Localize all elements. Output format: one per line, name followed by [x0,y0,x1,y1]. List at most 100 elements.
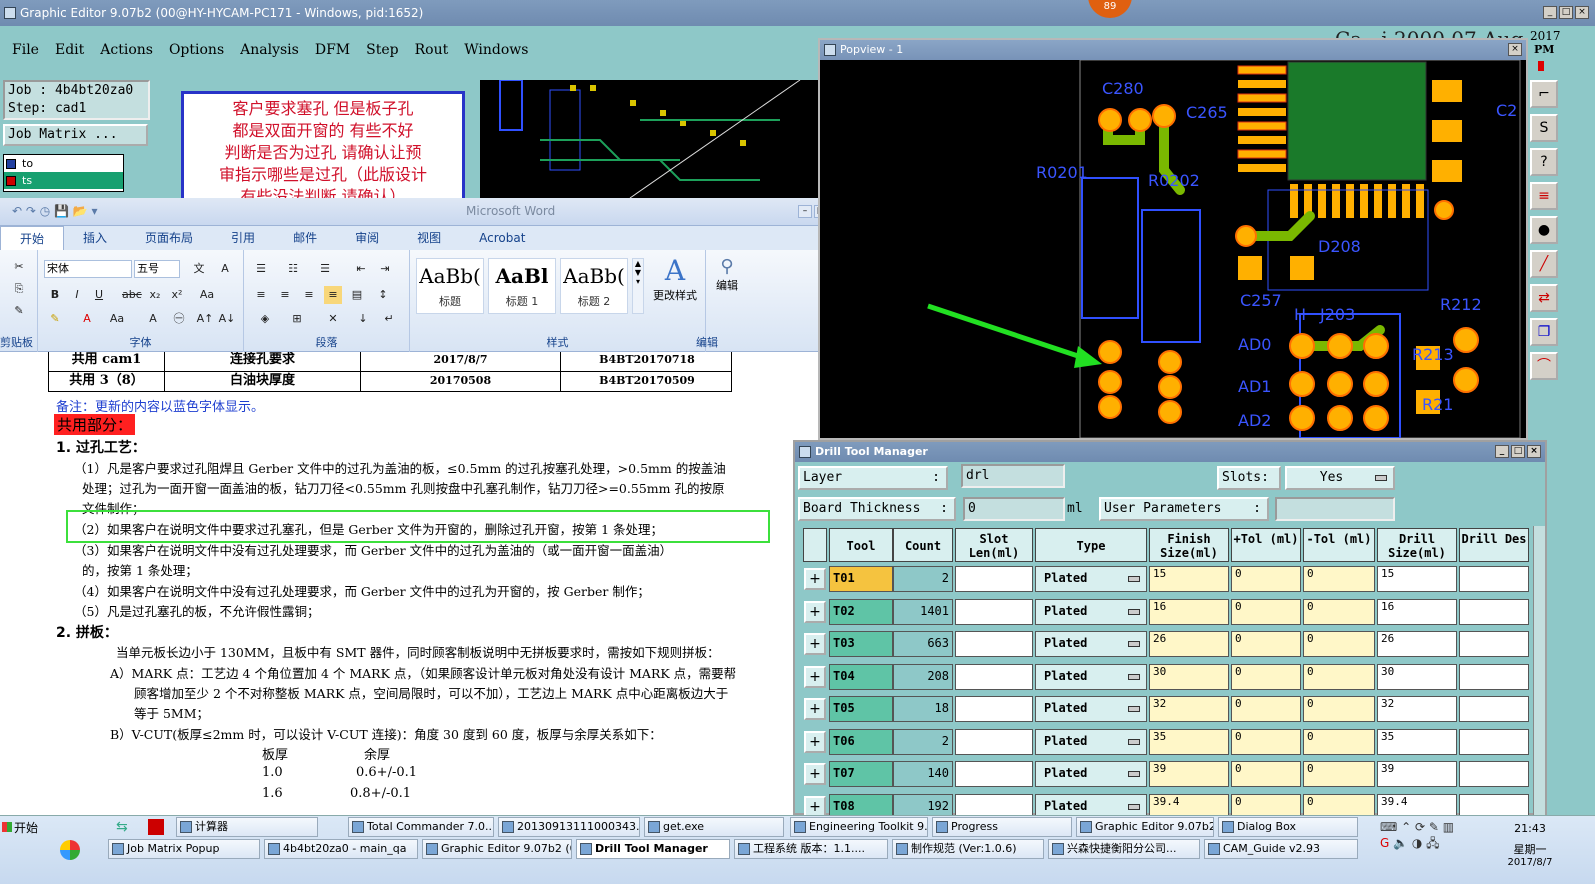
clear-format-icon[interactable]: Aa [198,286,216,304]
plus-tol-input[interactable]: 0 [1231,566,1301,592]
close-button[interactable]: × [1575,6,1589,19]
enclose-char-icon[interactable]: ㊀ [170,310,188,328]
dtm-scrollbar[interactable] [1533,526,1545,817]
style-heading1[interactable]: AaBl 标题 1 [488,258,556,314]
finish-size-input[interactable]: 26 [1149,631,1229,657]
taskbar-button[interactable]: Job Matrix Popup [108,839,260,859]
finish-size-input[interactable]: 39.4 [1149,793,1229,817]
drill-size-input[interactable]: 32 [1377,696,1457,722]
drill-size-input[interactable]: 15 [1377,566,1457,592]
decrease-indent-icon[interactable]: ⇤ [352,260,370,278]
justify-icon[interactable]: ≡ [324,286,342,304]
taskbar-button[interactable]: CAM_Guide v2.93 [1204,839,1358,859]
maximize-button[interactable]: □ [1559,6,1573,19]
taskbar-button[interactable]: get.exe [644,817,784,837]
format-painter-icon[interactable]: ✎ [10,302,28,320]
font-color-icon[interactable]: A [78,310,96,328]
align-left-icon[interactable]: ≡ [252,286,270,304]
minus-tol-input[interactable]: 0 [1303,598,1375,625]
multilevel-icon[interactable]: ☰ [316,260,334,278]
change-case-icon[interactable]: Aa [108,310,126,328]
menu-options[interactable]: Options [169,42,224,58]
slot-len-input[interactable] [955,663,1033,690]
minimize-button[interactable]: _ [1543,6,1557,19]
taskbar-button[interactable]: Engineering Toolkit 9.... [790,817,928,837]
expand-row-button[interactable]: + [804,600,826,623]
strikethrough-icon[interactable]: abc [122,286,142,304]
font-size-select[interactable]: 五号 [134,260,180,278]
shrink-font-icon[interactable]: A↓ [218,310,236,328]
word-minimize-button[interactable]: – [798,205,812,218]
ribbon-tab[interactable]: 页面布局 [126,226,212,250]
shading-icon[interactable]: ◈ [256,310,274,328]
drill-des-input[interactable] [1459,696,1529,722]
menu-step[interactable]: Step [366,42,398,58]
tool-cell[interactable]: T01 [829,566,893,592]
popview-close-button[interactable]: × [1508,43,1522,56]
ribbon-tab[interactable]: 视图 [398,226,460,250]
drill-size-input[interactable]: 35 [1377,728,1457,755]
dtm-maximize-button[interactable]: □ [1511,445,1525,458]
edit-button[interactable]: ⚲ 编辑 [712,256,742,293]
finish-size-input[interactable]: 35 [1149,728,1229,755]
align-right-icon[interactable]: ≡ [300,286,318,304]
bullets-icon[interactable]: ☰ [252,260,270,278]
ribbon-tab[interactable]: 引用 [212,226,274,250]
flip-icon[interactable]: ⇄ [1530,284,1558,312]
popview-canvas[interactable]: C280 C265 C2 R0201 R0202 D208 C257 H J20… [820,60,1526,438]
taskbar-button[interactable]: Total Commander 7.0... [348,817,494,837]
superscript-icon[interactable]: x² [168,286,186,304]
menu-windows[interactable]: Windows [464,42,528,58]
windows-orb-icon[interactable] [60,840,80,860]
tool-cell[interactable]: T07 [829,761,893,787]
line-icon[interactable]: ╱ [1530,250,1558,278]
symbol-icon[interactable]: S [1530,114,1558,142]
expand-row-button[interactable]: + [804,633,826,655]
slot-len-input[interactable] [955,566,1033,592]
drill-des-input[interactable] [1459,566,1529,592]
help-icon[interactable]: ? [1530,148,1558,176]
menu-file[interactable]: File [12,42,39,58]
tool-cell[interactable]: T02 [829,598,893,625]
user-params-field[interactable] [1275,497,1395,521]
minus-tol-input[interactable]: 0 [1303,631,1375,657]
expand-row-button[interactable]: + [804,730,826,753]
minus-tol-input[interactable]: 0 [1303,761,1375,787]
pdf-icon[interactable] [148,819,164,835]
taskbar-button[interactable]: 工程系统 版本：1.1.... [734,839,888,859]
tool-cell[interactable]: T04 [829,663,893,690]
drill-des-input[interactable] [1459,663,1529,690]
char-border-icon[interactable]: A [216,260,234,278]
menu-analysis[interactable]: Analysis [240,42,299,58]
finish-size-input[interactable]: 32 [1149,696,1229,722]
finish-size-input[interactable]: 39 [1149,761,1229,787]
expand-row-button[interactable]: + [804,698,826,720]
underline-icon[interactable]: U [90,286,108,304]
plus-tol-input[interactable]: 0 [1231,728,1301,755]
style-heading2[interactable]: AaBb( 标题 2 [560,258,628,314]
drill-size-input[interactable]: 39 [1377,761,1457,787]
taskbar-button[interactable]: Graphic Editor 9.07b2 (0... [422,839,572,859]
plus-tol-input[interactable]: 0 [1231,631,1301,657]
tool-cell[interactable]: T06 [829,728,893,755]
drill-size-input[interactable]: 26 [1377,631,1457,657]
cut-icon[interactable]: ✂ [10,258,28,276]
increase-indent-icon[interactable]: ⇥ [376,260,394,278]
minus-tol-input[interactable]: 0 [1303,793,1375,817]
tool-cell[interactable]: T08 [829,793,893,817]
taskbar-button[interactable]: 制作规范 (Ver:1.0.6) [892,839,1044,859]
board-thickness-field[interactable]: 0 [963,497,1065,521]
taskbar-button[interactable]: Graphic Editor 9.07b2... [1076,817,1214,837]
finish-size-input[interactable]: 15 [1149,566,1229,592]
finish-size-input[interactable]: 30 [1149,663,1229,690]
layer-field[interactable]: drl [961,464,1065,488]
slot-len-input[interactable] [955,728,1033,755]
drill-des-input[interactable] [1459,631,1529,657]
subscript-icon[interactable]: x₂ [146,286,164,304]
taskbar-button[interactable]: 20130913111000343... [498,817,640,837]
expand-row-button[interactable]: + [804,568,826,590]
tray-volume-icon[interactable]: 🔈 ◑ 🖧 [1393,836,1439,850]
layer-row-to[interactable]: to [4,155,123,172]
line-spacing-icon[interactable]: ↕ [374,286,392,304]
layer-row-ts[interactable]: ts [4,172,123,189]
